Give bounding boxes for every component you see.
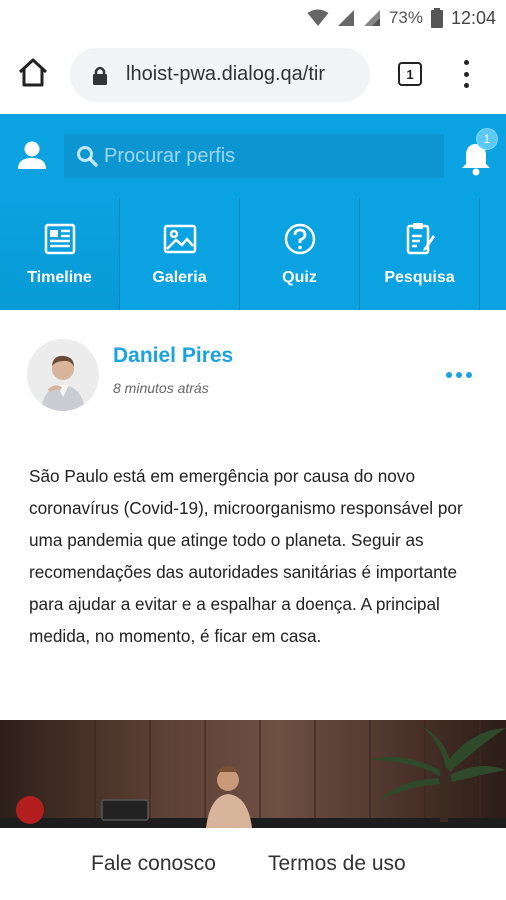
footer: Fale conosco Termos de uso <box>0 828 506 900</box>
tab-label: Quiz <box>282 269 317 286</box>
post-text: São Paulo está em emergência por causa d… <box>29 466 463 646</box>
battery-icon <box>430 8 443 28</box>
user-icon <box>18 141 46 169</box>
tab-timeline[interactable]: Timeline <box>0 198 120 310</box>
tab-galeria[interactable]: Galeria <box>120 198 240 310</box>
clock: 12:04 <box>450 7 496 28</box>
question-icon <box>284 223 315 255</box>
tab-label: Pesquisa <box>384 269 455 286</box>
nav-tabs: Timeline Galeria Quiz Pesquisa <box>0 198 506 310</box>
lock-icon <box>93 66 107 85</box>
post-photo <box>0 720 506 828</box>
notification-badge: 1 <box>476 128 498 150</box>
avatar-image <box>27 339 99 411</box>
gallery-icon <box>163 224 196 254</box>
url-bar[interactable]: lhoist-pwa.dialog.qa/tir <box>70 48 370 102</box>
avatar[interactable] <box>27 339 99 411</box>
newspaper-icon <box>44 223 75 255</box>
tab-label: Timeline <box>27 269 92 286</box>
tab-pesquisa[interactable]: Pesquisa <box>360 198 480 310</box>
signal-icon <box>337 9 355 27</box>
search-box[interactable] <box>64 134 444 178</box>
post-options-button[interactable] <box>446 372 472 378</box>
menu-dot <box>463 83 469 88</box>
signal-icon-2 <box>363 9 381 27</box>
browser-toolbar: lhoist-pwa.dialog.qa/tir 1 <box>0 36 506 114</box>
url-text: lhoist-pwa.dialog.qa/tir <box>126 63 325 85</box>
post-image[interactable] <box>0 720 506 828</box>
post-author[interactable]: Daniel Pires <box>113 344 233 368</box>
wifi-icon <box>307 9 329 27</box>
tab-switcher-button[interactable]: 1 <box>398 62 422 86</box>
search-input[interactable] <box>104 134 434 178</box>
app-header <box>0 114 506 198</box>
tab-label: Galeria <box>152 269 207 286</box>
survey-icon <box>406 223 435 255</box>
post-time: 8 minutos atrás <box>113 380 209 396</box>
status-icons: 73% 12:04 <box>307 0 496 36</box>
tab-overflow[interactable] <box>480 198 506 310</box>
more-dot <box>466 372 472 378</box>
contact-link[interactable]: Fale conosco <box>91 852 216 876</box>
menu-dot <box>463 71 469 77</box>
browser-menu-button[interactable] <box>458 60 474 88</box>
search-icon <box>77 146 98 167</box>
more-dot <box>456 372 462 378</box>
home-button[interactable] <box>16 56 50 90</box>
profile-button[interactable] <box>16 139 48 171</box>
terms-link[interactable]: Termos de uso <box>268 852 406 876</box>
status-bar: 73% 12:04 <box>0 0 506 36</box>
tab-quiz[interactable]: Quiz <box>240 198 360 310</box>
more-dot <box>446 372 452 378</box>
home-icon <box>18 58 48 87</box>
battery-percent: 73% <box>388 8 423 27</box>
menu-dot <box>463 60 469 65</box>
